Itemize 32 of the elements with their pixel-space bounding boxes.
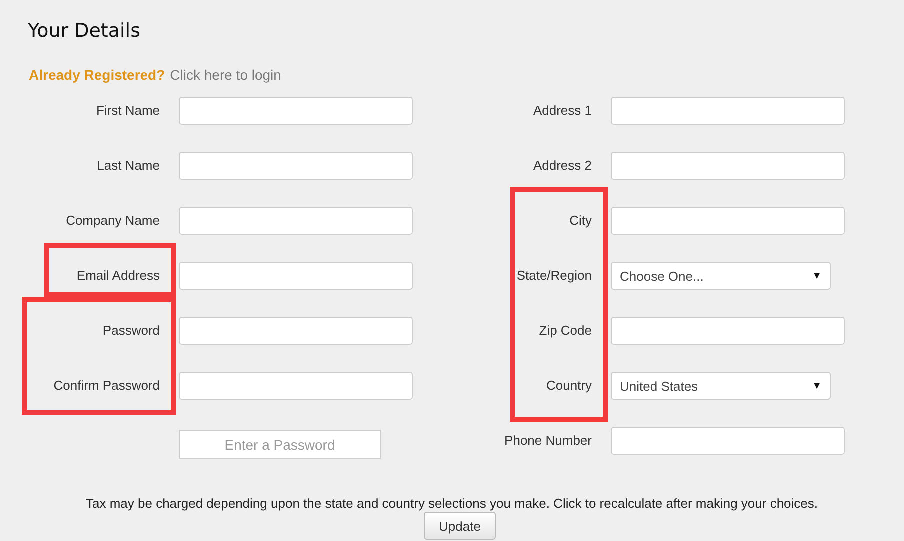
field-label: Company Name	[66, 213, 160, 228]
dropdown[interactable]: Choose One... ▼	[611, 262, 831, 290]
input-field[interactable]	[179, 262, 413, 290]
input-field[interactable]	[611, 97, 845, 125]
field-label: First Name	[96, 103, 160, 118]
input-field[interactable]	[179, 207, 413, 235]
section-title: Your Details	[28, 20, 140, 42]
tax-note: Tax may be charged depending upon the state and country selections you make. Click to recalculate after making your choices.	[84, 496, 820, 511]
update-button[interactable]: Update	[424, 512, 496, 540]
field-label: Confirm Password	[54, 378, 160, 393]
input-field[interactable]	[611, 427, 845, 455]
field-label: Email Address	[76, 268, 160, 283]
input-field[interactable]	[611, 152, 845, 180]
field-label: Phone Number	[504, 433, 592, 448]
password-strength-indicator: Enter a Password	[179, 430, 381, 459]
field-label: Address 2	[533, 158, 592, 173]
field-label: Zip Code	[539, 323, 592, 338]
field-label: Address 1	[533, 103, 592, 118]
input-field[interactable]	[179, 372, 413, 400]
input-field[interactable]	[179, 97, 413, 125]
field-label: Password	[102, 323, 160, 338]
input-field[interactable]	[179, 152, 413, 180]
dropdown[interactable]: United States ▼	[611, 372, 831, 400]
field-label: State/Region	[516, 268, 592, 283]
field-label: Last Name	[97, 158, 160, 173]
input-field[interactable]	[611, 207, 845, 235]
field-label: City	[570, 213, 592, 228]
login-prompt: Already Registered?	[29, 67, 166, 83]
field-label: Country	[546, 378, 592, 393]
input-field[interactable]	[611, 317, 845, 345]
login-link[interactable]: Click here to login	[170, 67, 282, 83]
input-field[interactable]	[179, 317, 413, 345]
